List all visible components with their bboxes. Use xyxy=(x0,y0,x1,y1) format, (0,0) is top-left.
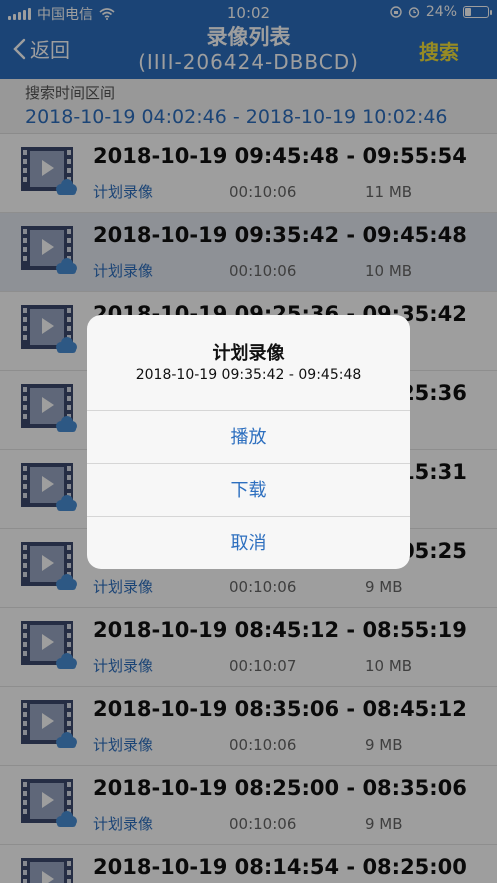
dialog-message: 2018-10-19 09:35:42 - 09:45:48 xyxy=(135,367,362,383)
dialog-title: 计划录像 xyxy=(212,343,285,364)
cancel-button[interactable]: 取消 xyxy=(87,516,410,569)
play-button[interactable]: 播放 xyxy=(87,410,410,463)
download-button[interactable]: 下载 xyxy=(87,463,410,516)
action-dialog: 计划录像 2018-10-19 09:35:42 - 09:45:48 播放 下… xyxy=(87,315,410,569)
